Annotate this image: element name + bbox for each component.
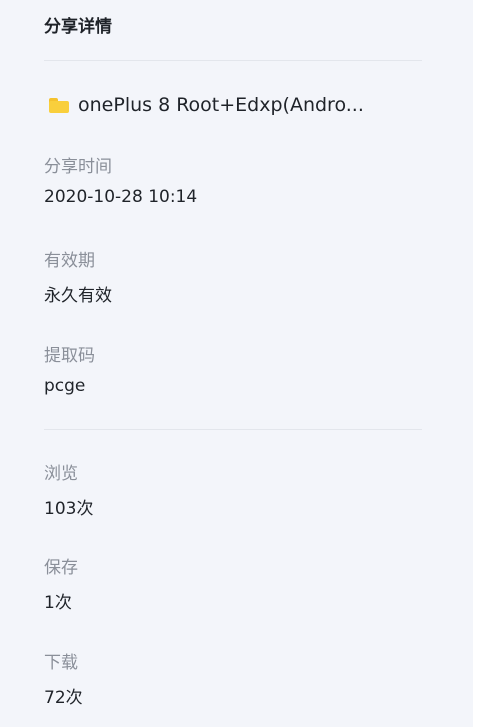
validity-label: 有效期 <box>44 251 95 271</box>
share-time-label: 分享时间 <box>44 157 112 177</box>
extraction-code-label: 提取码 <box>44 346 95 366</box>
file-name: onePlus 8 Root+Edxp(Andro... <box>78 94 364 116</box>
panel-title: 分享详情 <box>44 17 112 37</box>
divider <box>44 60 422 61</box>
shared-file-item[interactable]: onePlus 8 Root+Edxp(Andro... <box>49 92 423 118</box>
saves-label: 保存 <box>44 558 78 578</box>
extraction-code-value: pcge <box>44 376 86 396</box>
share-time-value: 2020-10-28 10:14 <box>44 187 198 207</box>
saves-value: 1次 <box>44 593 72 613</box>
validity-value: 永久有效 <box>44 286 112 306</box>
share-details-panel: 分享详情 onePlus 8 Root+Edxp(Andro... 分享时间 2… <box>0 0 473 727</box>
downloads-value: 72次 <box>44 688 83 708</box>
folder-icon <box>49 97 69 113</box>
downloads-label: 下载 <box>44 653 78 673</box>
divider <box>44 429 422 430</box>
views-value: 103次 <box>44 499 94 519</box>
views-label: 浏览 <box>44 464 78 484</box>
